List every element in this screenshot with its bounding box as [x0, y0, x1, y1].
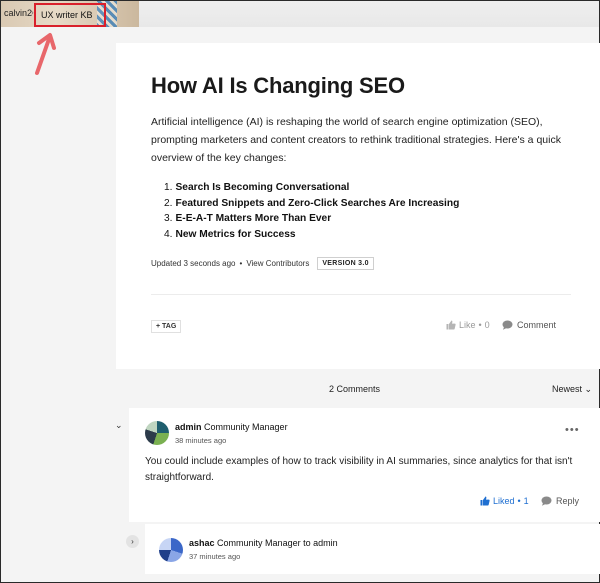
avatar[interactable]: [159, 538, 183, 562]
chevron-down-icon: ⌄: [584, 384, 593, 394]
avatar[interactable]: [145, 421, 169, 445]
comment-body: You could include examples of how to tra…: [145, 456, 573, 483]
breadcrumb-kb-highlighted[interactable]: UX writer KB: [34, 3, 106, 27]
header-bar: [139, 1, 599, 27]
list-item: 2. Featured Snippets and Zero-Click Searc…: [164, 197, 460, 209]
author-name[interactable]: ashac: [189, 538, 215, 548]
comment-author: admin Community Manager: [175, 422, 288, 432]
article-title: How AI Is Changing SEO: [151, 73, 405, 98]
list-item: 1. Search Is Becoming Conversational: [164, 182, 350, 193]
meta-separator: •: [239, 259, 243, 268]
liked-count: 1: [523, 496, 529, 506]
speech-bubble-icon: [541, 496, 552, 506]
author-role: Community Manager: [204, 422, 288, 432]
expand-chevron-icon[interactable]: ›: [126, 535, 139, 548]
sort-label: Newest: [552, 384, 583, 394]
reply-to: to admin: [303, 538, 338, 548]
list-item: 4. New Metrics for Success: [164, 228, 296, 240]
key-changes-list: 1. Search Is Becoming Conversational 2. Fe…: [164, 180, 459, 242]
updated-time: Updated 3 seconds ago: [151, 259, 236, 268]
thumbs-up-icon: [480, 496, 490, 506]
collapse-chevron-icon[interactable]: ⌄: [115, 420, 123, 431]
divider: [151, 294, 571, 295]
liked-label: Liked: [493, 496, 515, 506]
like-label: Like: [459, 320, 476, 330]
comment-label: Comment: [517, 320, 557, 330]
author-name[interactable]: admin: [175, 422, 202, 432]
reply-label: Reply: [556, 496, 580, 506]
reply-comment-item: ashac Community Manager to admin 37 minu…: [145, 524, 600, 574]
breadcrumb-user[interactable]: calvin2: [4, 8, 32, 18]
comment-button[interactable]: Comment: [502, 320, 556, 330]
comment-time: 38 minutes ago: [175, 436, 227, 445]
like-count: 0: [484, 320, 490, 330]
comments-count: 2 Comments: [329, 384, 381, 394]
list-item: 3. E-E-A-T Matters More Than Ever: [164, 213, 332, 224]
speech-bubble-icon: [502, 320, 513, 330]
version-badge: VERSION 3.0: [317, 257, 374, 270]
add-tag-button[interactable]: + TAG: [151, 320, 182, 333]
annotation-arrow-icon: [35, 33, 56, 75]
comment-author: ashac Community Manager to admin: [189, 538, 338, 548]
article-intro: Artificial intelligence (AI) is reshapin…: [151, 116, 561, 164]
thumbs-up-icon: [446, 320, 456, 330]
sort-dropdown[interactable]: Newest ⌄: [552, 384, 592, 395]
like-button[interactable]: Like • 0: [446, 320, 490, 330]
like-dot: •: [478, 320, 482, 330]
more-options-icon[interactable]: •••: [565, 424, 580, 436]
liked-dot: •: [517, 496, 521, 506]
article-card: How AI Is Changing SEO Artificial intell…: [116, 43, 600, 369]
reply-button[interactable]: Reply: [541, 496, 579, 506]
comment-item: admin Community Manager 38 minutes ago •…: [129, 408, 600, 522]
comment-time: 37 minutes ago: [189, 552, 241, 561]
article-meta: Updated 3 seconds ago • View Contributor…: [151, 257, 374, 270]
author-role: Community Manager: [217, 538, 301, 548]
view-contributors-link[interactable]: View Contributors: [246, 259, 309, 268]
liked-button[interactable]: Liked • 1: [480, 496, 529, 506]
breadcrumb-kb-label: UX writer KB: [41, 10, 93, 20]
